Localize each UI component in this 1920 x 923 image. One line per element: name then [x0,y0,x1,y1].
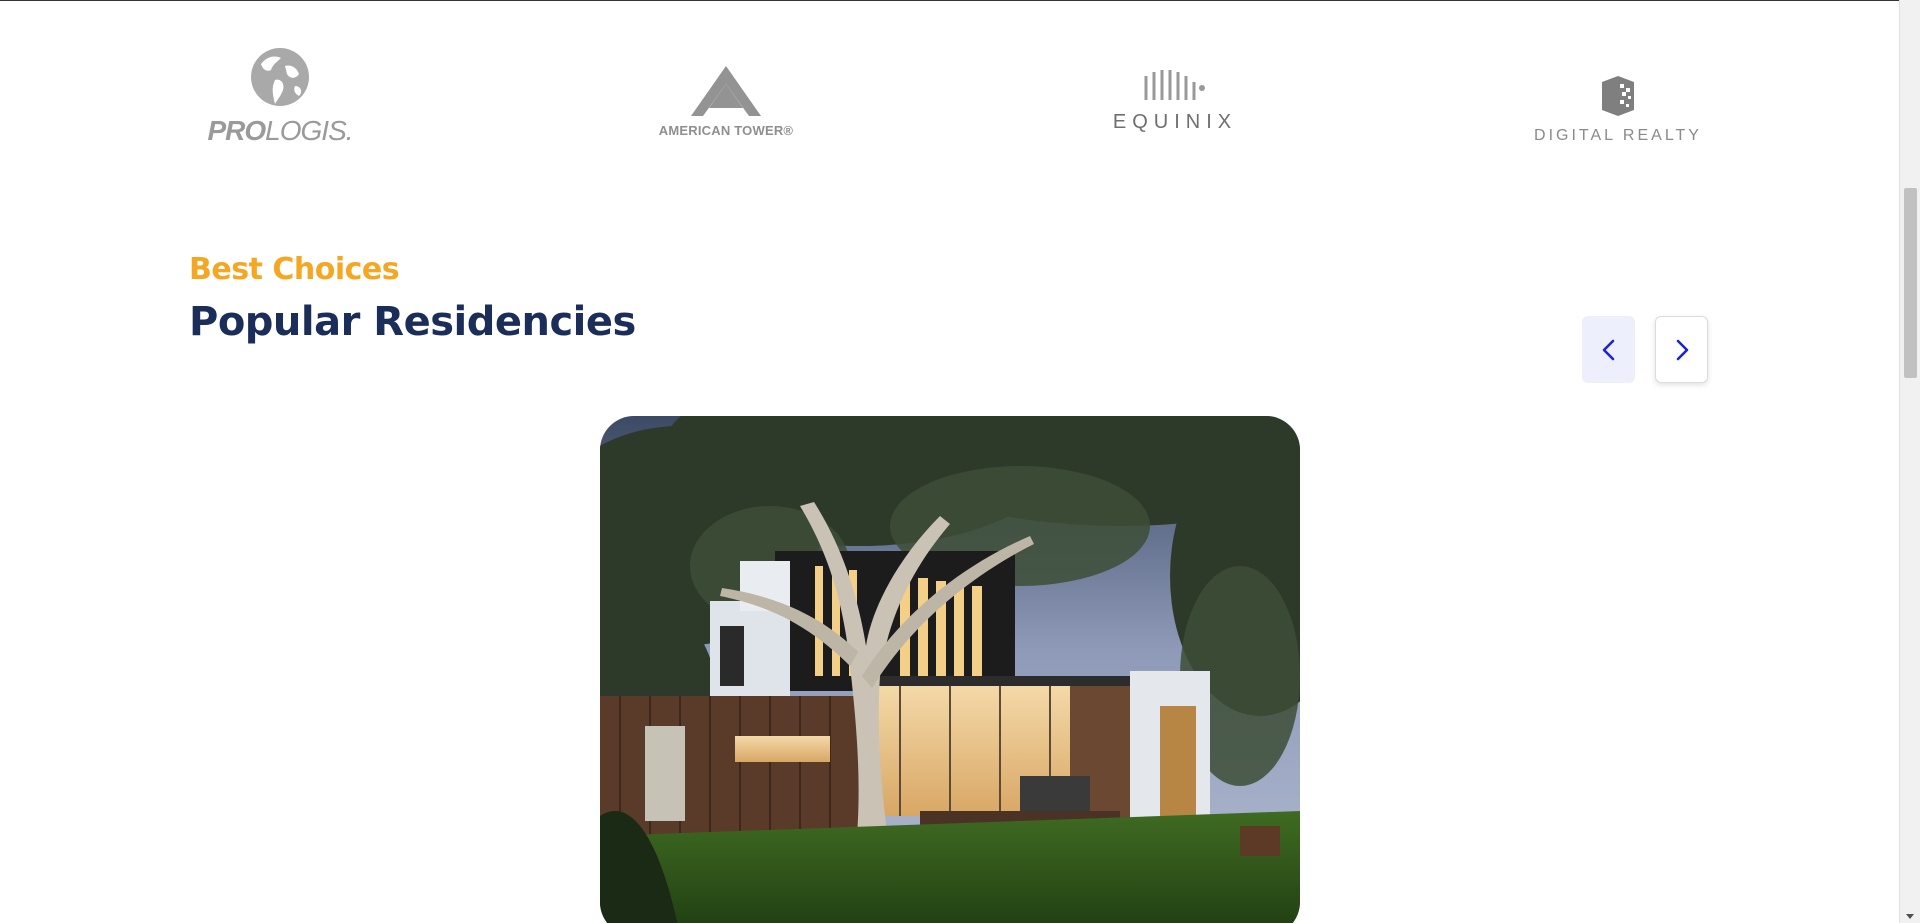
slider-prev-button[interactable] [1582,316,1635,383]
tower-icon [691,66,761,116]
chevron-right-icon [1676,339,1688,360]
equinix-logo: EQUINIX [1100,68,1250,134]
digital-realty-wordmark: DIGITAL REALTY [1534,127,1702,144]
scroll-down-arrow-icon[interactable] [1906,914,1914,919]
section-title: Popular Residencies [189,299,636,345]
globe-icon [251,48,309,106]
digital-realty-logo: DIGITAL REALTY [1526,76,1710,145]
equinix-wordmark: EQUINIX [1112,111,1238,133]
page-scrollbar[interactable] [1899,0,1920,923]
digital-realty-icon [1602,76,1634,116]
prologis-wordmark: PROLOGIS. [207,115,353,146]
prologis-logo: PROLOGIS. [196,46,364,147]
chevron-left-icon [1602,339,1614,360]
section-eyebrow: Best Choices [189,252,400,287]
top-divider [0,0,1899,1]
modern-house-photo [600,416,1300,923]
american-tower-logo: AMERICAN TOWER® [636,66,816,138]
slider-next-button[interactable] [1655,316,1708,383]
residency-card-image[interactable] [600,416,1300,923]
page: PROLOGIS. AMERICAN TOWER® EQUINIX DIGITA… [0,0,1899,923]
partner-logos: PROLOGIS. AMERICAN TOWER® EQUINIX DIGITA… [0,40,1899,160]
scrollbar-thumb[interactable] [1904,188,1917,378]
american-tower-wordmark: AMERICAN TOWER® [658,123,794,138]
equinix-wave-icon [1144,70,1205,100]
